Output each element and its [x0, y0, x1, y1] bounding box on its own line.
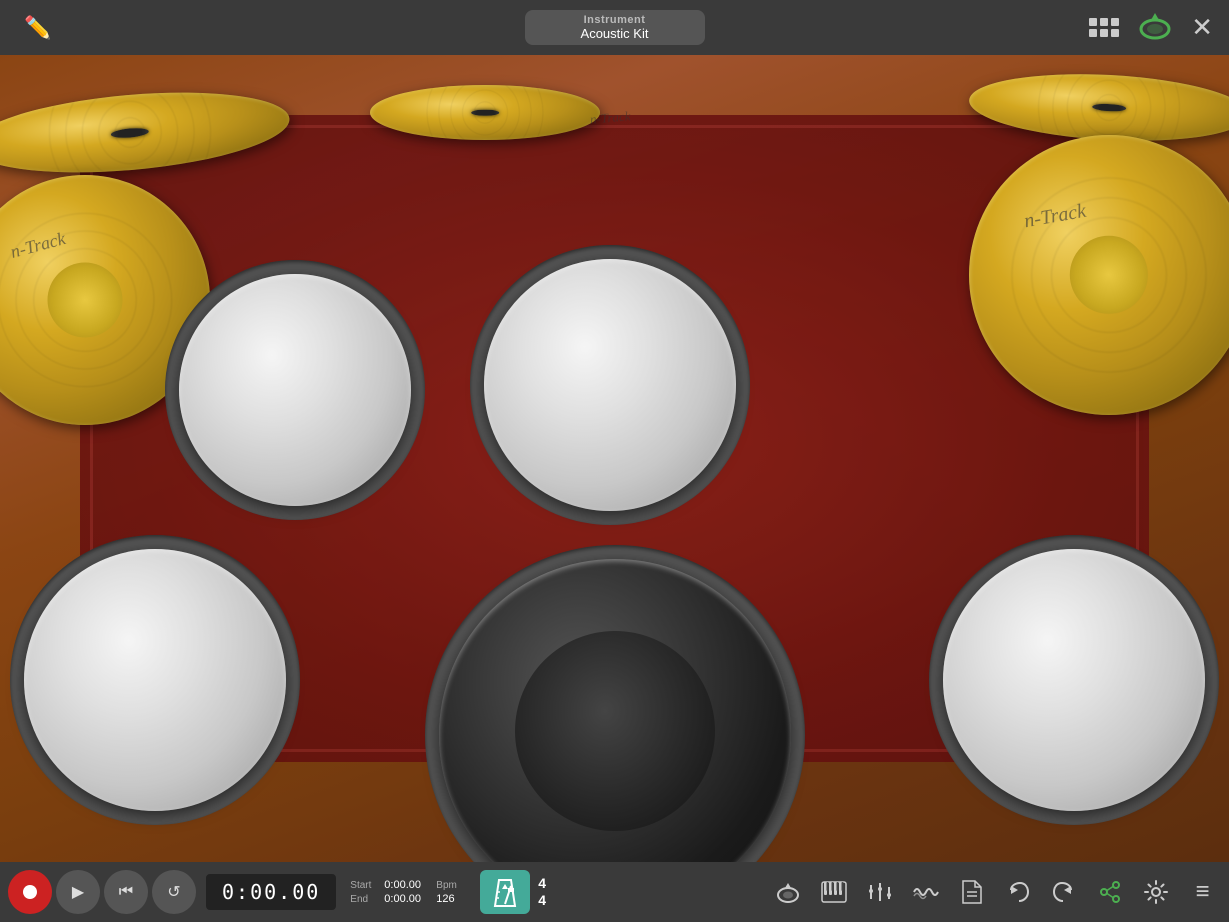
top-bar: ✏️ Instrument Acoustic Kit ✕: [0, 0, 1229, 55]
settings-button[interactable]: [1137, 873, 1175, 911]
redo-button[interactable]: [1045, 873, 1083, 911]
grid-dot: [1100, 29, 1108, 37]
drum-kit-area: n-Track n-Track n-Track: [0, 55, 1229, 862]
floor-tom-drum-left[interactable]: [24, 549, 286, 811]
bottom-bar: ▶ ⏮ ↺ 0:00.00 Start 0:00.00 End 0:00.00 …: [0, 862, 1229, 922]
end-value: 0:00.00: [384, 893, 424, 905]
end-row: End 0:00.00: [350, 893, 424, 905]
grid-dot: [1100, 18, 1108, 26]
grid-dot: [1089, 18, 1097, 26]
cymbal-rings: [370, 85, 600, 140]
piano-icon: [821, 881, 847, 903]
record-icon: [23, 885, 37, 899]
bass-drum-inner: [515, 631, 715, 831]
record-button[interactable]: [8, 870, 52, 914]
file-icon: [961, 879, 983, 905]
bpm-value-row: 126: [436, 893, 476, 905]
loop-icon: [1137, 7, 1173, 43]
time-sig-bottom: 4: [538, 892, 546, 909]
piano-button[interactable]: [815, 873, 853, 911]
transport-info: Start 0:00.00 End 0:00.00: [350, 879, 424, 905]
pencil-icon: ✏️: [24, 15, 51, 41]
instrument-label: Instrument: [549, 14, 681, 26]
waves-icon: [912, 882, 940, 902]
grid-view-button[interactable]: [1089, 18, 1119, 37]
menu-button[interactable]: ≡: [1183, 873, 1221, 911]
undo-button[interactable]: [999, 873, 1037, 911]
file-button[interactable]: [953, 873, 991, 911]
instrument-selector[interactable]: Instrument Acoustic Kit: [525, 10, 705, 45]
mixer-icon: [867, 879, 893, 905]
metronome-icon: [491, 876, 519, 908]
grid-dot: [1111, 18, 1119, 26]
time-display: 0:00.00: [206, 874, 336, 910]
menu-icon: ≡: [1195, 878, 1208, 906]
rewind-icon: ⏮: [119, 883, 133, 901]
start-value: 0:00.00: [384, 879, 424, 891]
tom-drum-right[interactable]: [484, 259, 736, 511]
time-signature[interactable]: 4 4: [538, 875, 546, 909]
loop-icon-button[interactable]: [1137, 7, 1173, 48]
rewind-button[interactable]: ⏮: [104, 870, 148, 914]
redo-icon: [1052, 880, 1076, 904]
share-icon: [1098, 880, 1122, 904]
loop-tool-icon: [775, 879, 801, 905]
bottom-tools: ≡: [769, 873, 1221, 911]
bpm-label: Bpm: [436, 880, 464, 891]
bpm-label-row: Bpm: [436, 880, 476, 891]
hihat-cymbal[interactable]: [370, 85, 600, 140]
grid-dot: [1089, 29, 1097, 37]
waves-button[interactable]: [907, 873, 945, 911]
settings-icon: [1143, 879, 1169, 905]
tom-drum-left[interactable]: [179, 274, 411, 506]
pencil-button[interactable]: ✏️: [16, 6, 60, 50]
end-label: End: [350, 894, 378, 905]
top-right-controls: ✕: [1089, 7, 1213, 48]
kit-name: Acoustic Kit: [549, 26, 681, 41]
close-button[interactable]: ✕: [1191, 12, 1213, 43]
start-row: Start 0:00.00: [350, 879, 424, 891]
loop-button[interactable]: ↺: [152, 870, 196, 914]
undo-icon: [1006, 880, 1030, 904]
play-icon: ▶: [72, 882, 84, 902]
bpm-value: 126: [436, 893, 476, 905]
time-sig-top: 4: [538, 875, 546, 892]
play-button[interactable]: ▶: [56, 870, 100, 914]
loop-icon: ↺: [167, 882, 180, 902]
metronome-button[interactable]: [480, 870, 530, 914]
bpm-info: Bpm 126: [436, 880, 476, 905]
start-label: Start: [350, 880, 378, 891]
loop-tool-button[interactable]: [769, 873, 807, 911]
share-button[interactable]: [1091, 873, 1129, 911]
mixer-button[interactable]: [861, 873, 899, 911]
grid-dot: [1111, 29, 1119, 37]
top-left-controls: ✏️: [16, 6, 60, 50]
floor-tom-drum-right[interactable]: [943, 549, 1205, 811]
